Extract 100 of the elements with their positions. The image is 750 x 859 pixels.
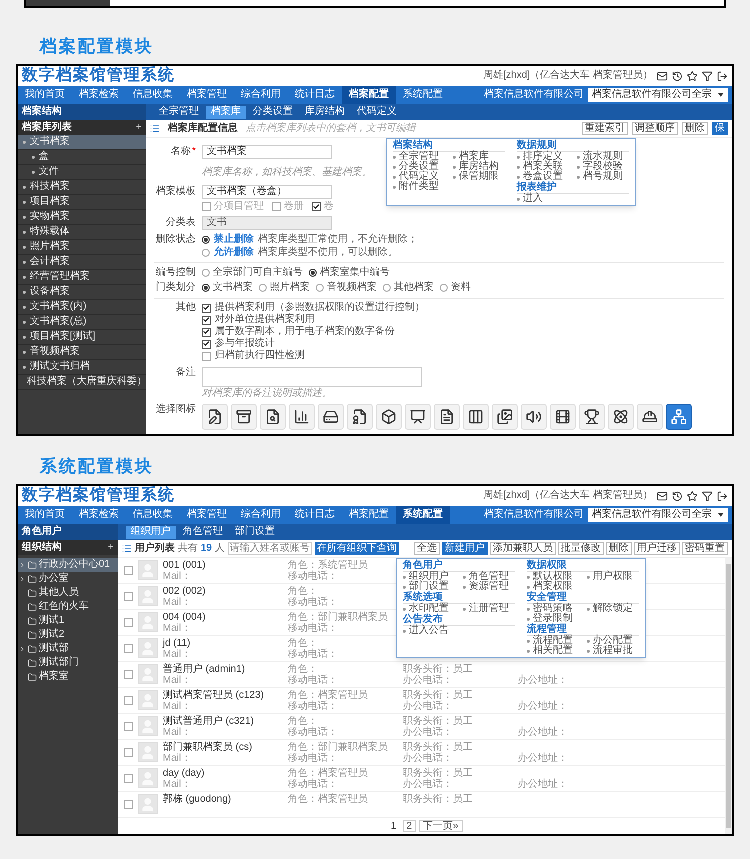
checkbox[interactable] xyxy=(124,722,133,731)
history-icon[interactable] xyxy=(672,490,683,502)
nav-tab[interactable]: 综合利用 xyxy=(234,506,288,524)
mail-icon[interactable] xyxy=(657,490,668,502)
tree-item[interactable]: 测试部门 xyxy=(18,656,118,670)
funnel-icon[interactable] xyxy=(702,490,713,502)
nav-tab[interactable]: 系统配置 xyxy=(396,506,450,524)
tree-item[interactable]: 测试1 xyxy=(18,614,118,628)
sidebar-item[interactable]: 音视频档案 xyxy=(18,345,146,360)
checkbox[interactable] xyxy=(124,696,133,705)
sidebar-item[interactable]: 文书档案 xyxy=(18,135,146,150)
tree-item[interactable]: 其他人员 xyxy=(18,586,118,600)
nav-tab[interactable]: 综合利用 xyxy=(234,86,288,104)
menu-item[interactable]: 组织用户 xyxy=(409,572,449,582)
menu-item[interactable]: 部门设置 xyxy=(409,582,449,592)
tree-item[interactable]: 办公室 xyxy=(18,572,118,586)
sidebar-item[interactable]: 会计档案 xyxy=(18,255,146,270)
sub-tab[interactable]: 库房结构 xyxy=(300,106,350,118)
radio-button[interactable] xyxy=(202,249,210,257)
menu-item[interactable]: 全宗管理 xyxy=(399,152,439,162)
menu-item[interactable]: 流程配置 xyxy=(533,636,573,646)
sub-tab[interactable]: 全宗管理 xyxy=(154,106,204,118)
sidebar-item[interactable]: 照片档案 xyxy=(18,240,146,255)
tree-item[interactable]: 测试2 xyxy=(18,628,118,642)
toolbar-button[interactable]: 密码重置 xyxy=(682,542,728,555)
menu-item[interactable]: 字段校验 xyxy=(583,162,623,172)
menu-item[interactable]: 保管期限 xyxy=(459,172,499,182)
menu-item[interactable]: 档案权限 xyxy=(533,582,573,592)
search-button[interactable]: 在所有组织下查询 xyxy=(315,542,400,555)
checkbox[interactable] xyxy=(202,316,211,324)
nav-tab[interactable]: 信息收集 xyxy=(126,506,180,524)
checkbox[interactable] xyxy=(202,328,211,336)
nav-tab[interactable]: 统计日志 xyxy=(288,86,342,104)
menu-item[interactable]: 档号规则 xyxy=(583,172,623,182)
remarks-field[interactable] xyxy=(202,367,422,387)
menu-item[interactable]: 代码定义 xyxy=(399,172,439,182)
menu-item[interactable]: 档案库 xyxy=(459,152,489,162)
sub-tab[interactable]: 部门设置 xyxy=(230,526,280,538)
sidebar-item[interactable]: 测试文书归档 xyxy=(18,360,146,375)
logout-icon[interactable] xyxy=(717,70,728,82)
menu-item[interactable]: 办公配置 xyxy=(593,636,633,646)
menu-item[interactable]: 水印配置 xyxy=(409,604,449,614)
tree-item[interactable]: 红色的火车 xyxy=(18,600,118,614)
nav-tab[interactable]: 档案管理 xyxy=(180,86,234,104)
sidebar-item[interactable]: 项目档案[测试] xyxy=(18,330,146,345)
page-link[interactable]: 1 xyxy=(388,820,400,832)
add-button[interactable]: + xyxy=(108,542,114,554)
sidebar-item[interactable]: 文书档案(总) xyxy=(18,315,146,330)
checkbox[interactable] xyxy=(202,352,211,360)
menu-item[interactable]: 密码策略 xyxy=(533,604,573,614)
nav-tab[interactable]: 档案配置 xyxy=(342,506,396,524)
toolbar-button[interactable]: 全选 xyxy=(414,542,440,555)
sidebar-item[interactable]: 科技档案 xyxy=(18,180,146,195)
nav-tab[interactable]: 档案检索 xyxy=(72,86,126,104)
sidebar-item[interactable]: 文书档案(内) xyxy=(18,300,146,315)
menu-item[interactable]: 档案关联 xyxy=(523,162,563,172)
menu-item[interactable]: 排序定义 xyxy=(523,152,563,162)
history-icon[interactable] xyxy=(672,70,683,82)
star-icon[interactable] xyxy=(687,70,698,82)
menu-item[interactable]: 相关配置 xyxy=(533,646,573,656)
sub-tab[interactable]: 分类设置 xyxy=(248,106,298,118)
tree-item[interactable]: 行政办公中心01 xyxy=(18,558,118,572)
checkbox[interactable] xyxy=(202,304,211,312)
menu-item[interactable]: 角色管理 xyxy=(469,572,509,582)
radio-button[interactable] xyxy=(202,269,210,277)
nav-tab[interactable]: 档案配置 xyxy=(342,86,396,104)
tree-item[interactable]: 测试部 xyxy=(18,642,118,656)
sidebar-item[interactable]: 盒 xyxy=(18,150,146,165)
toolbar-button[interactable]: 删除 xyxy=(606,542,632,555)
sidebar-item[interactable]: 文件 xyxy=(18,165,146,180)
menu-item[interactable]: 注册管理 xyxy=(469,604,509,614)
checkbox[interactable] xyxy=(124,800,133,809)
toolbar-button[interactable]: 用户迁移 xyxy=(634,542,680,555)
checkbox[interactable] xyxy=(124,618,133,627)
search-field[interactable]: 请输入姓名或账号 xyxy=(228,542,312,555)
page-link[interactable]: 2 xyxy=(402,820,416,832)
radio-button[interactable] xyxy=(202,284,210,292)
checkbox[interactable] xyxy=(124,566,133,575)
menu-item[interactable]: 卷盒设置 xyxy=(523,172,563,182)
fonds-select[interactable]: 档案信息软件有限公司全宗 xyxy=(588,88,728,102)
checkbox[interactable] xyxy=(272,202,281,211)
checkbox[interactable] xyxy=(312,202,321,211)
menu-item[interactable]: 进入 xyxy=(523,194,543,204)
sidebar-item[interactable]: 项目档案 xyxy=(18,195,146,210)
nav-tab[interactable]: 统计日志 xyxy=(288,506,342,524)
menu-item[interactable]: 库房结构 xyxy=(459,162,499,172)
menu-item[interactable]: 解除锁定 xyxy=(593,604,633,614)
menu-item[interactable]: 登录限制 xyxy=(533,614,573,624)
star-icon[interactable] xyxy=(687,490,698,502)
nav-tab[interactable]: 信息收集 xyxy=(126,86,180,104)
menu-item[interactable]: 进入公告 xyxy=(409,626,449,636)
radio-button[interactable] xyxy=(440,284,448,292)
toolbar-button[interactable]: 新建用户 xyxy=(442,542,488,555)
sidebar-item[interactable]: 经营管理档案 xyxy=(18,270,146,285)
nav-tab[interactable]: 档案检索 xyxy=(72,506,126,524)
radio-button[interactable] xyxy=(259,284,267,292)
mail-icon[interactable] xyxy=(657,70,668,82)
checkbox[interactable] xyxy=(124,748,133,757)
scrollbar[interactable] xyxy=(725,558,732,834)
toolbar-button[interactable]: 重建索引 xyxy=(582,122,628,135)
